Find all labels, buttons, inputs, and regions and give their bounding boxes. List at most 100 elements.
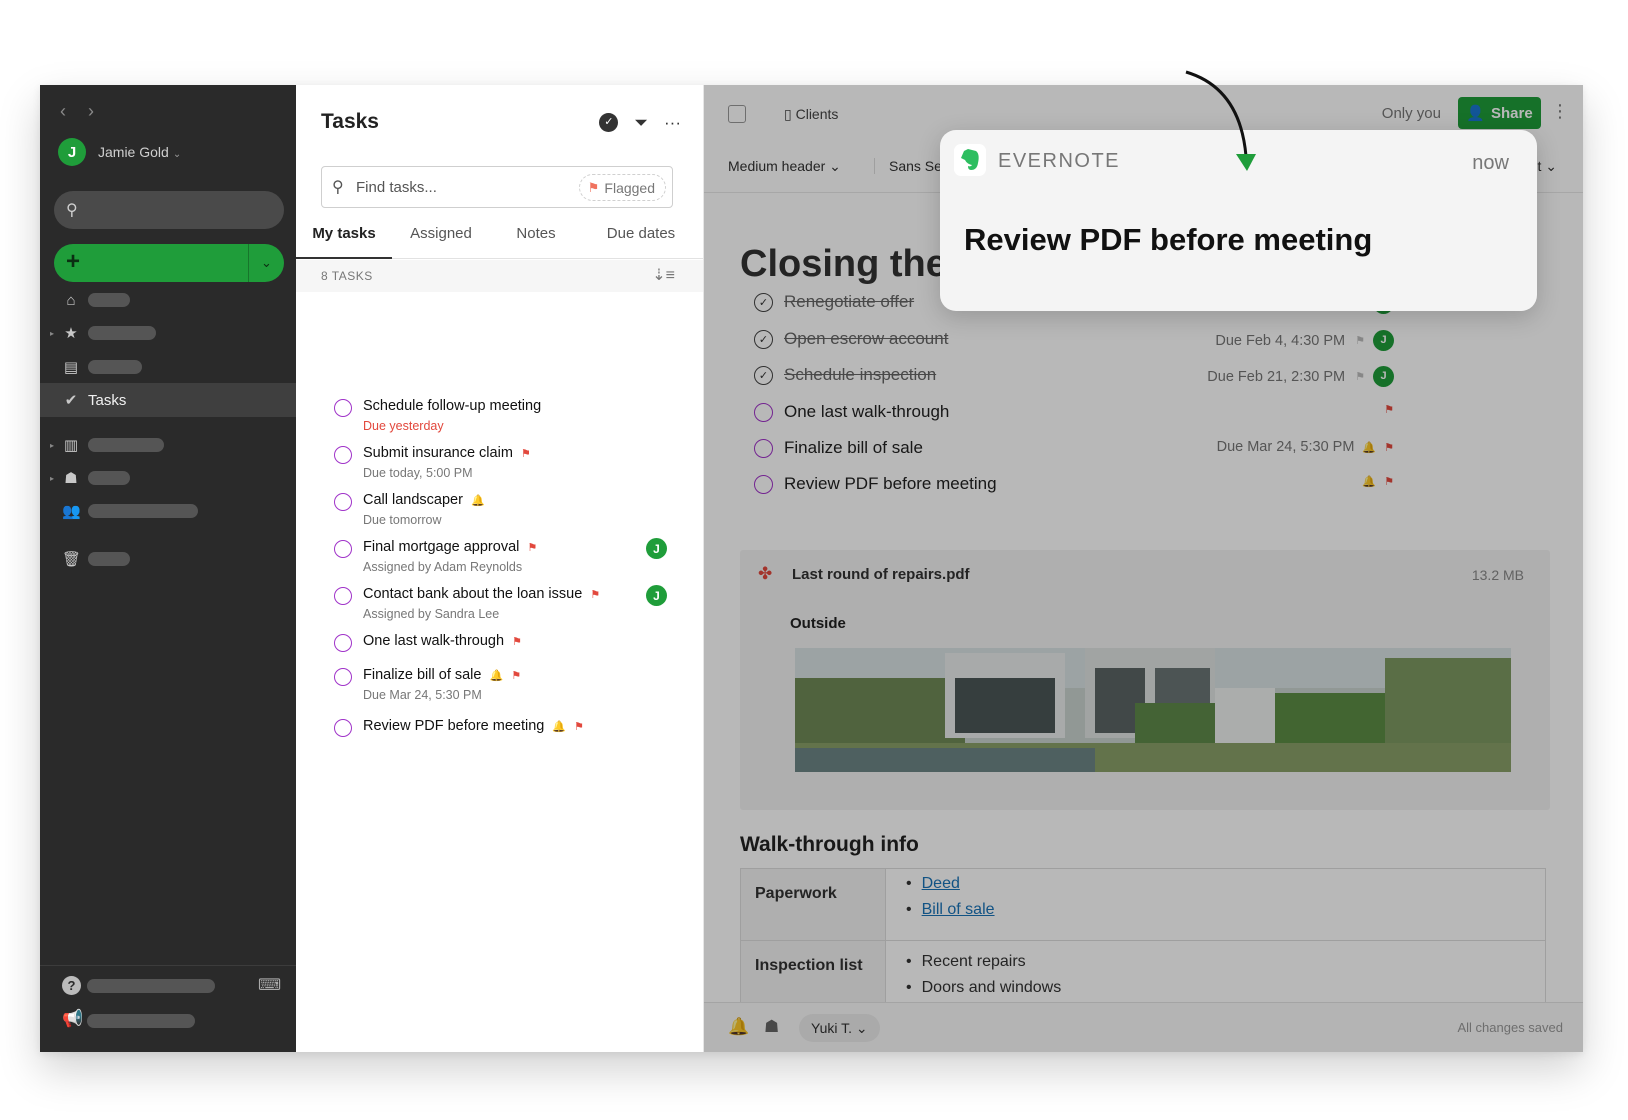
- task-row[interactable]: Review PDF before meeting 🔔 ⚑: [296, 717, 703, 759]
- task-search: ⚲ ⚑Flagged: [321, 166, 673, 208]
- plus-icon: +: [66, 248, 81, 275]
- help-icon: ?: [62, 976, 81, 995]
- flag-icon: ⚑: [512, 636, 522, 648]
- task-count-row: 8 TASKS ⇣≡: [296, 260, 703, 292]
- account-switcher[interactable]: J Jamie Gold ⌄: [58, 138, 181, 166]
- task-title[interactable]: Final mortgage approval ⚑: [363, 539, 537, 555]
- sidebar-item-notebooks[interactable]: ▸ ▥: [40, 428, 296, 462]
- notification-app-name: EVERNOTE: [998, 150, 1121, 172]
- task-row[interactable]: Finalize bill of sale 🔔 ⚑ Due Mar 24, 5:30 …: [296, 666, 703, 708]
- task-checkbox[interactable]: [334, 719, 352, 737]
- check-circle-icon: ✔: [64, 392, 78, 409]
- task-row[interactable]: Submit insurance claim ⚑ Due today, 5:00 P…: [296, 444, 703, 486]
- more-icon[interactable]: ···: [664, 113, 681, 133]
- tab-assigned[interactable]: Assigned: [396, 223, 486, 259]
- back-icon[interactable]: ‹: [60, 101, 66, 121]
- search-input[interactable]: [356, 175, 556, 199]
- assignee-avatar: J: [646, 585, 667, 606]
- task-title[interactable]: Call landscaper 🔔: [363, 492, 485, 508]
- trash-icon: 🗑: [62, 551, 82, 568]
- task-checkbox[interactable]: [334, 399, 352, 417]
- chevron-down-icon[interactable]: ⌄: [248, 244, 284, 282]
- new-note-button[interactable]: + ⌄: [54, 244, 284, 282]
- flag-icon: ⚑: [511, 670, 522, 682]
- search-icon: ⚲: [332, 179, 344, 196]
- flag-icon: ⚑: [527, 542, 538, 554]
- divider: [40, 965, 296, 966]
- task-checkbox[interactable]: [334, 540, 352, 558]
- bell-icon: 🔔: [470, 495, 485, 507]
- tab-my-tasks[interactable]: My tasks: [296, 223, 392, 259]
- task-subtitle: Assigned by Adam Reynolds: [363, 560, 523, 574]
- help-item[interactable]: ? ⌨: [40, 973, 296, 1003]
- task-title[interactable]: Submit insurance claim ⚑: [363, 445, 531, 461]
- history-nav: ‹ ›: [60, 101, 116, 122]
- flag-icon: ⚑: [574, 721, 584, 733]
- expand-icon[interactable]: ▸: [50, 474, 54, 483]
- evernote-logo-icon: [954, 144, 986, 176]
- flag-icon: ⚑: [587, 179, 600, 195]
- task-tabs: My tasks Assigned Notes Due dates: [296, 223, 703, 259]
- expand-icon[interactable]: ▸: [50, 329, 54, 338]
- megaphone-icon: 📢: [62, 1009, 84, 1028]
- sidebar-item-shared[interactable]: 👥: [40, 494, 296, 528]
- task-count: 8 TASKS: [321, 269, 373, 283]
- sort-icon[interactable]: ⇣≡: [652, 265, 675, 285]
- bell-icon: 🔔: [489, 670, 504, 682]
- forward-icon[interactable]: ›: [88, 101, 94, 121]
- expand-icon[interactable]: ▸: [50, 441, 54, 450]
- task-checkbox[interactable]: [334, 668, 352, 686]
- task-checkbox[interactable]: [334, 634, 352, 652]
- chevron-down-icon: ⌄: [172, 149, 182, 160]
- sidebar-item-notes[interactable]: ▤: [40, 350, 296, 384]
- task-row[interactable]: Final mortgage approval ⚑ Assigned by Adam…: [296, 538, 703, 580]
- note-icon: ▤: [63, 359, 79, 376]
- flag-icon: ⚑: [590, 589, 601, 601]
- add-task-icon[interactable]: ✓: [599, 113, 619, 132]
- home-icon: ⌂: [66, 291, 76, 309]
- sidebar-item-tasks[interactable]: ✔ Tasks: [40, 383, 296, 417]
- notification-time: now: [1472, 152, 1509, 174]
- tasks-panel: Tasks ✓ ⏷ ··· ⚲ ⚑Flagged My tasks Assign…: [296, 85, 704, 1052]
- tasks-toolbar: ✓ ⏷ ···: [599, 113, 681, 133]
- notebook-icon: ▥: [63, 437, 79, 454]
- task-title[interactable]: Contact bank about the loan issue ⚑: [363, 586, 600, 602]
- sidebar-item-spaces[interactable]: ▸ ☗: [40, 461, 296, 495]
- star-icon: ★: [64, 325, 78, 342]
- task-subtitle: Due yesterday: [363, 419, 444, 433]
- annotation-arrow: [1185, 70, 1256, 171]
- task-title[interactable]: Finalize bill of sale 🔔 ⚑: [363, 667, 521, 683]
- assignee-avatar: J: [646, 538, 667, 559]
- keyboard-icon[interactable]: ⌨: [258, 975, 281, 995]
- avatar: J: [58, 138, 86, 166]
- sidebar-item-label: Tasks: [88, 391, 127, 409]
- task-checkbox[interactable]: [334, 493, 352, 511]
- sidebar: ‹ › J Jamie Gold ⌄ ⚲ + ⌄ ⌂ ▸ ★ ▤ ✔ Tasks ▸…: [40, 85, 296, 1052]
- sidebar-item-home[interactable]: ⌂: [40, 283, 296, 317]
- tab-notes[interactable]: Notes: [496, 223, 576, 259]
- task-row[interactable]: Contact bank about the loan issue ⚑ Assign…: [296, 585, 703, 627]
- task-subtitle: Due tomorrow: [363, 513, 442, 527]
- tag-icon: ☗: [64, 470, 78, 487]
- notification-message: Review PDF before meeting: [964, 222, 1373, 257]
- task-subtitle: Assigned by Sandra Lee: [363, 607, 500, 621]
- task-row[interactable]: Call landscaper 🔔 Due tomorrow: [296, 491, 703, 533]
- task-title[interactable]: One last walk-through ⚑: [363, 633, 522, 649]
- sidebar-item-trash[interactable]: 🗑: [40, 542, 296, 576]
- task-checkbox[interactable]: [334, 587, 352, 605]
- filter-icon[interactable]: ⏷: [634, 113, 648, 133]
- search-icon: ⚲: [66, 202, 78, 219]
- task-title[interactable]: Review PDF before meeting 🔔 ⚑: [363, 718, 584, 734]
- search-input[interactable]: ⚲: [54, 191, 284, 229]
- people-icon: 👥: [62, 503, 81, 520]
- flag-icon: ⚑: [520, 448, 531, 460]
- flagged-filter-chip[interactable]: ⚑ Flagged: [578, 174, 666, 201]
- tab-due-dates[interactable]: Due dates: [586, 223, 696, 259]
- account-name: Jamie Gold ⌄: [98, 144, 182, 160]
- sidebar-item-shortcuts[interactable]: ▸ ★: [40, 316, 296, 350]
- task-title[interactable]: Schedule follow-up meeting: [363, 398, 541, 414]
- task-checkbox[interactable]: [334, 446, 352, 464]
- task-row[interactable]: Schedule follow-up meeting Due yesterday: [296, 397, 703, 439]
- whats-new-item[interactable]: 📢: [40, 1008, 296, 1038]
- page-title: Tasks: [321, 110, 379, 133]
